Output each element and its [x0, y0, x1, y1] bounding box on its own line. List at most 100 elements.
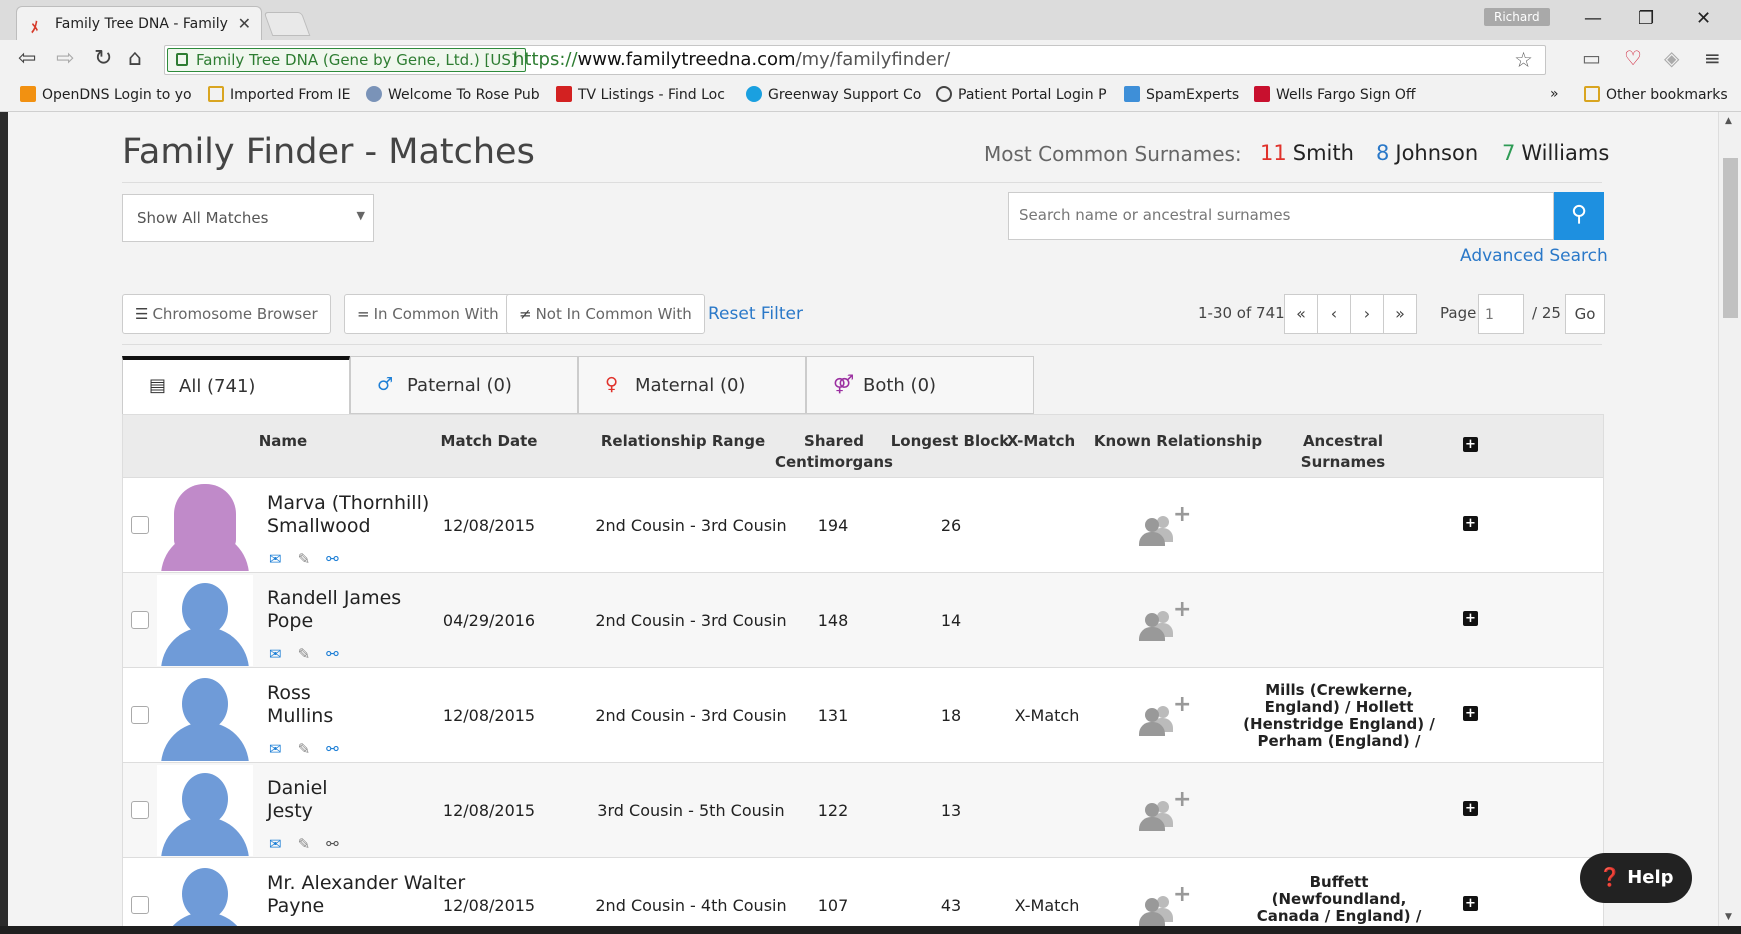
surname-smith[interactable]: 11 Smith: [1260, 141, 1354, 165]
prev-page-button[interactable]: ‹: [1317, 294, 1351, 334]
not-in-common-with-button[interactable]: ≠ Not In Common With: [506, 294, 705, 334]
col-known-relationship[interactable]: Known Relationship: [1093, 431, 1263, 452]
col-shared-cm[interactable]: Shared Centimorgans: [769, 431, 899, 473]
home-icon[interactable]: ⌂: [128, 46, 142, 71]
tab-paternal[interactable]: ♂ Paternal (0): [350, 356, 578, 414]
search-input[interactable]: [1009, 193, 1509, 237]
profile-button[interactable]: Richard: [1484, 8, 1550, 26]
browser-tab[interactable]: ﾒ Family Tree DNA - Family ✕: [16, 6, 262, 40]
avatar[interactable]: [157, 575, 253, 666]
family-tree-icon[interactable]: ⚯: [326, 645, 339, 663]
site-identity-badge[interactable]: Family Tree DNA (Gene by Gene, Ltd.) [US…: [167, 48, 526, 72]
reload-icon[interactable]: ↻: [94, 46, 112, 71]
tab-maternal[interactable]: ♀ Maternal (0): [578, 356, 806, 414]
family-tree-icon[interactable]: ⚯: [326, 550, 339, 568]
row-checkbox[interactable]: [131, 801, 149, 819]
bookmark-tv-listings[interactable]: TV Listings - Find Loc: [556, 86, 725, 103]
scroll-down-icon[interactable]: ▼: [1725, 912, 1732, 922]
note-icon[interactable]: ✎: [298, 550, 311, 568]
row-checkbox[interactable]: [131, 516, 149, 534]
add-relationship-icon[interactable]: +: [1139, 502, 1191, 546]
lastpass-icon[interactable]: ♡: [1624, 46, 1642, 70]
avatar[interactable]: [157, 670, 253, 761]
chromosome-browser-button[interactable]: ☰ Chromosome Browser: [122, 294, 331, 334]
page-number-input[interactable]: 1: [1478, 294, 1524, 334]
col-match-date[interactable]: Match Date: [419, 431, 559, 452]
search-button[interactable]: ⚲: [1554, 192, 1604, 240]
address-bar[interactable]: Family Tree DNA (Gene by Gene, Ltd.) [US…: [164, 45, 1546, 75]
family-tree-icon[interactable]: ⚯: [326, 835, 339, 853]
new-tab-button[interactable]: [263, 12, 311, 36]
vertical-scrollbar[interactable]: ▲ ▼: [1718, 112, 1741, 926]
back-icon[interactable]: ⇦: [18, 46, 36, 71]
col-x-match[interactable]: X-Match: [1001, 431, 1081, 452]
match-name[interactable]: Randell James Pope: [267, 587, 401, 633]
expand-row-icon[interactable]: +: [1463, 706, 1478, 721]
avatar[interactable]: [157, 480, 253, 571]
note-icon[interactable]: ✎: [298, 835, 311, 853]
dropbox-icon[interactable]: ◈: [1664, 46, 1679, 70]
tab-all[interactable]: ▤ All (741): [122, 356, 350, 416]
scrollbar-thumb[interactable]: [1723, 158, 1738, 318]
add-relationship-icon[interactable]: +: [1139, 692, 1191, 736]
row-checkbox[interactable]: [131, 706, 149, 724]
note-icon[interactable]: ✎: [298, 740, 311, 758]
col-name[interactable]: Name: [233, 431, 333, 452]
email-icon[interactable]: ✉: [269, 740, 282, 758]
family-tree-icon[interactable]: ⚯: [326, 740, 339, 758]
help-button[interactable]: ❓ Help: [1580, 853, 1692, 903]
scroll-up-icon[interactable]: ▲: [1725, 116, 1732, 126]
bookmarks-overflow[interactable]: »: [1550, 86, 1559, 102]
row-checkbox[interactable]: [131, 896, 149, 914]
expand-all-icon[interactable]: +: [1463, 437, 1478, 452]
reset-filter-link[interactable]: Reset Filter: [708, 304, 803, 324]
close-tab-icon[interactable]: ✕: [238, 14, 251, 33]
expand-row-icon[interactable]: +: [1463, 611, 1478, 626]
expand-row-icon[interactable]: +: [1463, 801, 1478, 816]
row-checkbox[interactable]: [131, 611, 149, 629]
add-relationship-icon[interactable]: +: [1139, 882, 1191, 926]
expand-row-icon[interactable]: +: [1463, 896, 1478, 911]
surname-williams[interactable]: 7 Williams: [1502, 141, 1609, 165]
bookmark-greenway[interactable]: Greenway Support Co: [746, 86, 921, 103]
match-name[interactable]: Daniel Jesty: [267, 777, 328, 823]
other-bookmarks[interactable]: Other bookmarks: [1584, 86, 1728, 103]
close-window-icon[interactable]: ✕: [1696, 8, 1711, 29]
bookmark-spamexperts[interactable]: SpamExperts: [1124, 86, 1239, 103]
note-icon[interactable]: ✎: [298, 645, 311, 663]
next-page-button[interactable]: ›: [1350, 294, 1384, 334]
minimize-icon[interactable]: —: [1584, 8, 1602, 29]
match-name[interactable]: Marva (Thornhill) Smallwood: [267, 492, 429, 538]
last-page-button[interactable]: »: [1383, 294, 1417, 334]
menu-icon[interactable]: ≡: [1704, 46, 1721, 70]
avatar[interactable]: [157, 860, 253, 926]
expand-row-icon[interactable]: +: [1463, 516, 1478, 531]
first-page-button[interactable]: «: [1284, 294, 1318, 334]
show-matches-select[interactable]: Show All Matches ▼: [122, 194, 374, 242]
bookmark-wells-fargo[interactable]: Wells Fargo Sign Off: [1254, 86, 1416, 103]
add-relationship-icon[interactable]: +: [1139, 597, 1191, 641]
bookmark-patient-portal[interactable]: Patient Portal Login P: [936, 86, 1107, 103]
go-button[interactable]: Go: [1565, 294, 1605, 334]
email-icon[interactable]: ✉: [269, 550, 282, 568]
advanced-search-link[interactable]: Advanced Search: [1460, 246, 1608, 266]
avatar[interactable]: [157, 765, 253, 856]
surname-johnson[interactable]: 8 Johnson: [1376, 141, 1478, 165]
bookmark-rose-pub[interactable]: Welcome To Rose Pub: [366, 86, 540, 103]
email-icon[interactable]: ✉: [269, 835, 282, 853]
restore-icon[interactable]: ❐: [1638, 8, 1654, 29]
add-relationship-icon[interactable]: +: [1139, 787, 1191, 831]
bookmark-imported-ie[interactable]: Imported From IE: [208, 86, 351, 103]
in-common-with-button[interactable]: = In Common With: [344, 294, 512, 334]
col-ancestral-surnames[interactable]: Ancestral Surnames: [1263, 431, 1423, 473]
match-name[interactable]: Ross Mullins: [267, 682, 333, 728]
col-relationship-range[interactable]: Relationship Range: [583, 431, 783, 452]
col-longest-block[interactable]: Longest Block: [885, 431, 1015, 452]
bookmark-opendns[interactable]: OpenDNS Login to yo: [20, 86, 192, 103]
bookmark-star-icon[interactable]: ☆: [1514, 48, 1533, 72]
cast-icon[interactable]: ▭: [1582, 46, 1601, 70]
email-icon[interactable]: ✉: [269, 645, 282, 663]
tab-both[interactable]: ⚤ Both (0): [806, 356, 1034, 414]
forward-icon[interactable]: ⇨: [56, 46, 74, 71]
url-text[interactable]: https://www.familytreedna.com/my/familyf…: [513, 49, 950, 70]
